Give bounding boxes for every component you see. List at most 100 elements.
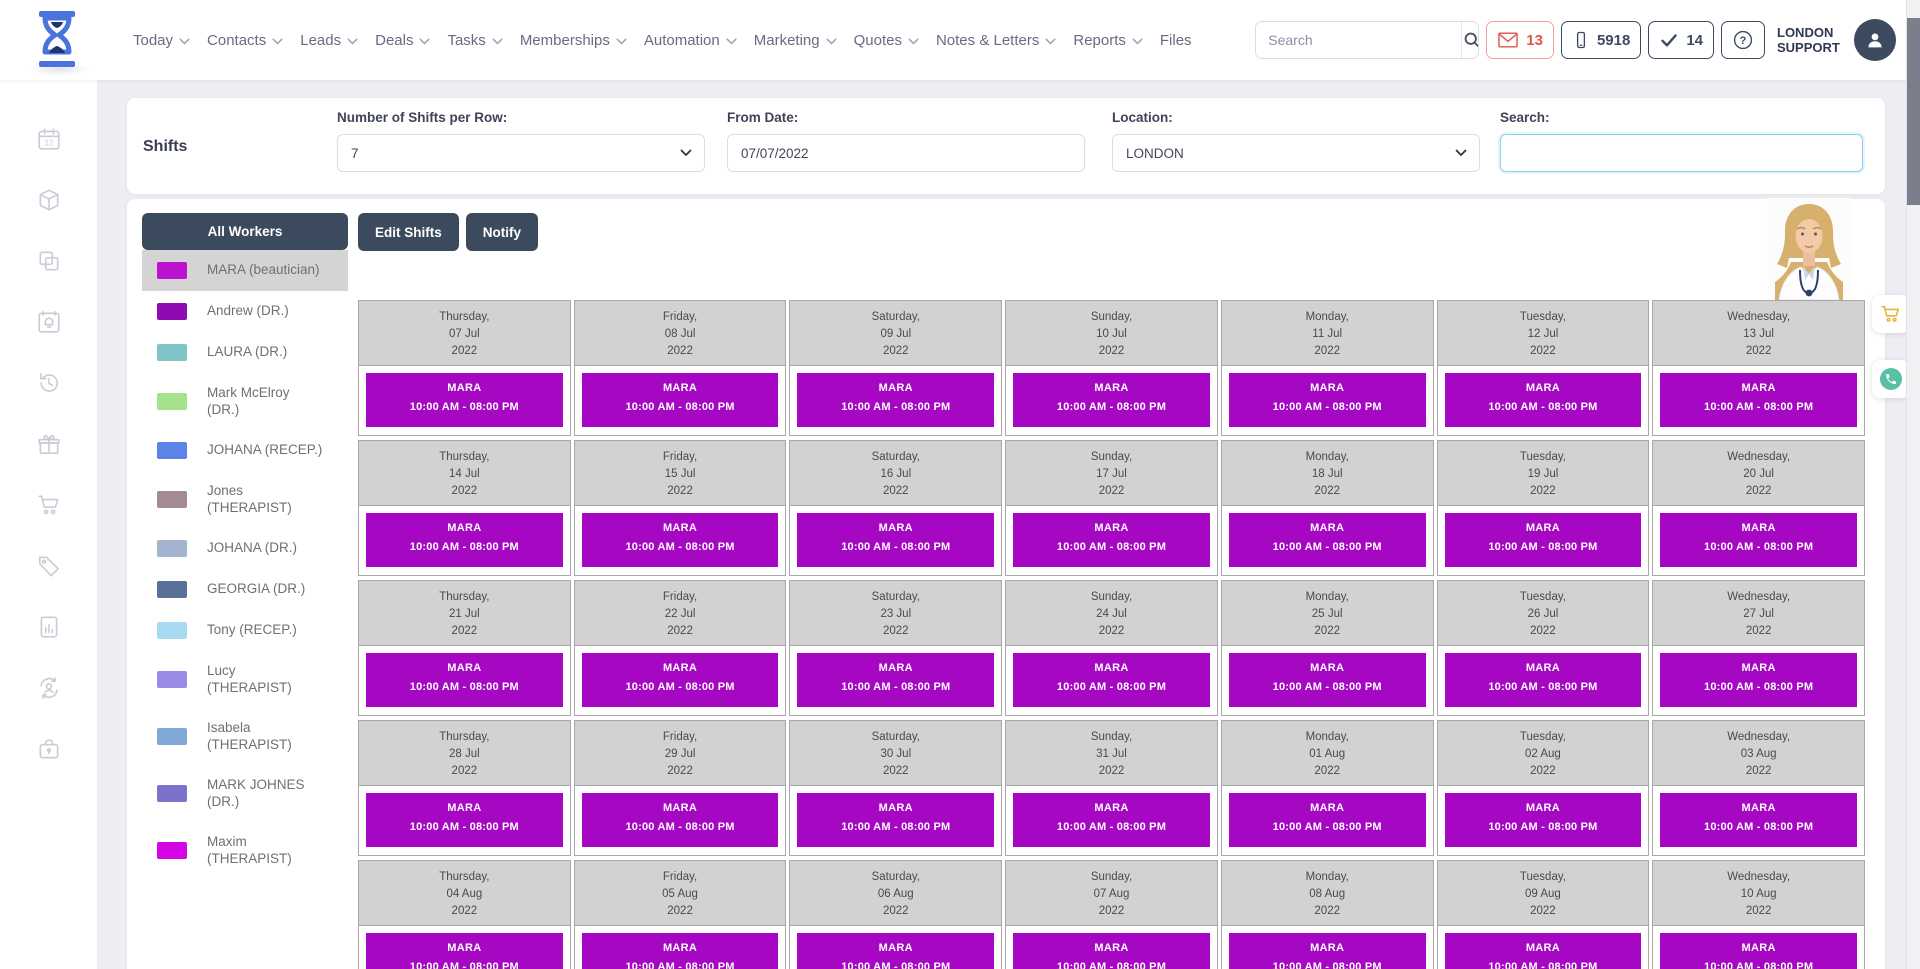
nav-deals[interactable]: Deals bbox=[375, 32, 430, 49]
all-workers-header[interactable]: All Workers bbox=[142, 213, 348, 250]
scrollbar-thumb[interactable] bbox=[1907, 18, 1920, 205]
shift-block[interactable]: MARA10:00 AM - 08:00 PM bbox=[1445, 373, 1642, 427]
shift-block[interactable]: MARA10:00 AM - 08:00 PM bbox=[366, 373, 563, 427]
nav-memberships[interactable]: Memberships bbox=[520, 32, 627, 49]
shift-block[interactable]: MARA10:00 AM - 08:00 PM bbox=[797, 373, 994, 427]
shift-block[interactable]: MARA10:00 AM - 08:00 PM bbox=[797, 653, 994, 707]
shift-block[interactable]: MARA10:00 AM - 08:00 PM bbox=[1229, 513, 1426, 567]
help-badge[interactable]: ? bbox=[1721, 21, 1765, 59]
shift-block[interactable]: MARA10:00 AM - 08:00 PM bbox=[797, 793, 994, 847]
nav-leads[interactable]: Leads bbox=[300, 32, 358, 49]
app-logo hourglass-logo-icon[interactable] bbox=[33, 9, 81, 69]
calls-badge[interactable]: 5918 bbox=[1561, 21, 1641, 59]
shift-block[interactable]: MARA10:00 AM - 08:00 PM bbox=[582, 793, 779, 847]
worker-row[interactable]: MARA (beautician) bbox=[142, 250, 348, 291]
shift-block[interactable]: MARA10:00 AM - 08:00 PM bbox=[1445, 933, 1642, 969]
help-icon: ? bbox=[1732, 29, 1754, 51]
nav-contacts[interactable]: Contacts bbox=[207, 32, 283, 49]
shift-block[interactable]: MARA10:00 AM - 08:00 PM bbox=[1445, 653, 1642, 707]
shift-block[interactable]: MARA10:00 AM - 08:00 PM bbox=[366, 513, 563, 567]
phone-fab phone-green-icon[interactable] bbox=[1872, 360, 1910, 398]
nav-automation[interactable]: Automation bbox=[644, 32, 737, 49]
shift-cell: MARA10:00 AM - 08:00 PM bbox=[358, 785, 571, 856]
nav-notes-letters[interactable]: Notes & Letters bbox=[936, 32, 1056, 49]
worker-row[interactable]: Tony (RECEP.) bbox=[142, 610, 348, 651]
location-select[interactable]: LONDON bbox=[1112, 134, 1480, 172]
notify-button[interactable]: Notify bbox=[466, 213, 538, 251]
shift-search-group: Search: bbox=[1500, 110, 1863, 172]
cart-fab cart-yellow-icon[interactable] bbox=[1872, 295, 1910, 333]
worker-row[interactable]: JOHANA (DR.) bbox=[142, 528, 348, 569]
shift-block[interactable]: MARA10:00 AM - 08:00 PM bbox=[1660, 793, 1857, 847]
page-scrollbar[interactable] bbox=[1906, 0, 1920, 969]
shift-block[interactable]: MARA10:00 AM - 08:00 PM bbox=[797, 933, 994, 969]
worker-row[interactable]: JOHANA (RECEP.) bbox=[142, 430, 348, 471]
from-date-input[interactable] bbox=[727, 134, 1085, 172]
shift-block[interactable]: MARA10:00 AM - 08:00 PM bbox=[582, 513, 779, 567]
shift-block[interactable]: MARA10:00 AM - 08:00 PM bbox=[1013, 933, 1210, 969]
day-of-week: Friday, bbox=[575, 309, 786, 326]
shift-block[interactable]: MARA10:00 AM - 08:00 PM bbox=[366, 793, 563, 847]
shift-block[interactable]: MARA10:00 AM - 08:00 PM bbox=[1013, 653, 1210, 707]
global-search-input[interactable] bbox=[1256, 22, 1461, 58]
messages-badge[interactable]: 13 bbox=[1486, 21, 1554, 59]
report-icon[interactable] bbox=[36, 614, 62, 640]
worker-row[interactable]: Mark McElroy (DR.) bbox=[142, 373, 348, 430]
shift-search-input[interactable] bbox=[1500, 134, 1863, 172]
shift-block[interactable]: MARA10:00 AM - 08:00 PM bbox=[797, 513, 994, 567]
edit-shifts-button[interactable]: Edit Shifts bbox=[358, 213, 459, 251]
copy-icon[interactable] bbox=[36, 248, 62, 274]
avatar user-icon[interactable] bbox=[1854, 19, 1896, 61]
chevron-down-icon bbox=[347, 38, 358, 45]
shift-block[interactable]: MARA10:00 AM - 08:00 PM bbox=[1445, 793, 1642, 847]
shift-block[interactable]: MARA10:00 AM - 08:00 PM bbox=[1660, 373, 1857, 427]
worker-row[interactable]: Jones (THERAPIST) bbox=[142, 471, 348, 528]
search-icon[interactable] bbox=[1461, 22, 1479, 58]
shift-block[interactable]: MARA10:00 AM - 08:00 PM bbox=[582, 933, 779, 969]
nav-quotes[interactable]: Quotes bbox=[854, 32, 919, 49]
worker-row[interactable]: MARK JOHNES (DR.) bbox=[142, 765, 348, 822]
tasks-badge[interactable]: 14 bbox=[1648, 21, 1714, 59]
nav-tasks[interactable]: Tasks bbox=[447, 32, 502, 49]
shift-cell: MARA10:00 AM - 08:00 PM bbox=[1221, 505, 1434, 576]
shift-block[interactable]: MARA10:00 AM - 08:00 PM bbox=[582, 653, 779, 707]
gift-icon[interactable] bbox=[36, 431, 62, 457]
nav-files[interactable]: Files bbox=[1160, 32, 1192, 49]
user-sync-icon[interactable] bbox=[36, 675, 62, 701]
nav-marketing[interactable]: Marketing bbox=[754, 32, 837, 49]
shift-block[interactable]: MARA10:00 AM - 08:00 PM bbox=[1445, 513, 1642, 567]
shift-block[interactable]: MARA10:00 AM - 08:00 PM bbox=[366, 933, 563, 969]
shifts-per-row-label: Number of Shifts per Row: bbox=[337, 110, 705, 125]
shift-block[interactable]: MARA10:00 AM - 08:00 PM bbox=[1013, 513, 1210, 567]
history-icon[interactable] bbox=[36, 370, 62, 396]
nav-reports[interactable]: Reports bbox=[1073, 32, 1143, 49]
shift-block[interactable]: MARA10:00 AM - 08:00 PM bbox=[1229, 653, 1426, 707]
shift-block[interactable]: MARA10:00 AM - 08:00 PM bbox=[1660, 513, 1857, 567]
worker-row[interactable]: Lucy (THERAPIST) bbox=[142, 651, 348, 708]
shift-block[interactable]: MARA10:00 AM - 08:00 PM bbox=[1229, 793, 1426, 847]
calendar-bell-icon[interactable] bbox=[36, 309, 62, 335]
tag-icon[interactable] bbox=[36, 553, 62, 579]
worker-row[interactable]: LAURA (DR.) bbox=[142, 332, 348, 373]
shift-block[interactable]: MARA10:00 AM - 08:00 PM bbox=[1013, 373, 1210, 427]
shift-block[interactable]: MARA10:00 AM - 08:00 PM bbox=[1229, 373, 1426, 427]
shift-block[interactable]: MARA10:00 AM - 08:00 PM bbox=[366, 653, 563, 707]
worker-row[interactable]: GEORGIA (DR.) bbox=[142, 569, 348, 610]
worker-color-swatch bbox=[157, 728, 187, 745]
worker-row[interactable]: Isabela (THERAPIST) bbox=[142, 708, 348, 765]
shift-block[interactable]: MARA10:00 AM - 08:00 PM bbox=[582, 373, 779, 427]
shift-block[interactable]: MARA10:00 AM - 08:00 PM bbox=[1013, 793, 1210, 847]
day-of-week: Saturday, bbox=[790, 449, 1001, 466]
briefcase-icon[interactable] bbox=[36, 736, 62, 762]
worker-row[interactable]: Maxim (THERAPIST) bbox=[142, 822, 348, 879]
shift-block[interactable]: MARA10:00 AM - 08:00 PM bbox=[1660, 653, 1857, 707]
cart-icon[interactable] bbox=[36, 492, 62, 518]
nav-today[interactable]: Today bbox=[133, 32, 190, 49]
shift-block[interactable]: MARA10:00 AM - 08:00 PM bbox=[1660, 933, 1857, 969]
shifts-per-row-select[interactable]: 7 bbox=[337, 134, 705, 172]
chevron-down-icon bbox=[272, 38, 283, 45]
calendar-icon[interactable]: 12 bbox=[36, 126, 62, 152]
worker-row[interactable]: Andrew (DR.) bbox=[142, 291, 348, 332]
shift-block[interactable]: MARA10:00 AM - 08:00 PM bbox=[1229, 933, 1426, 969]
package-icon[interactable] bbox=[36, 187, 62, 213]
